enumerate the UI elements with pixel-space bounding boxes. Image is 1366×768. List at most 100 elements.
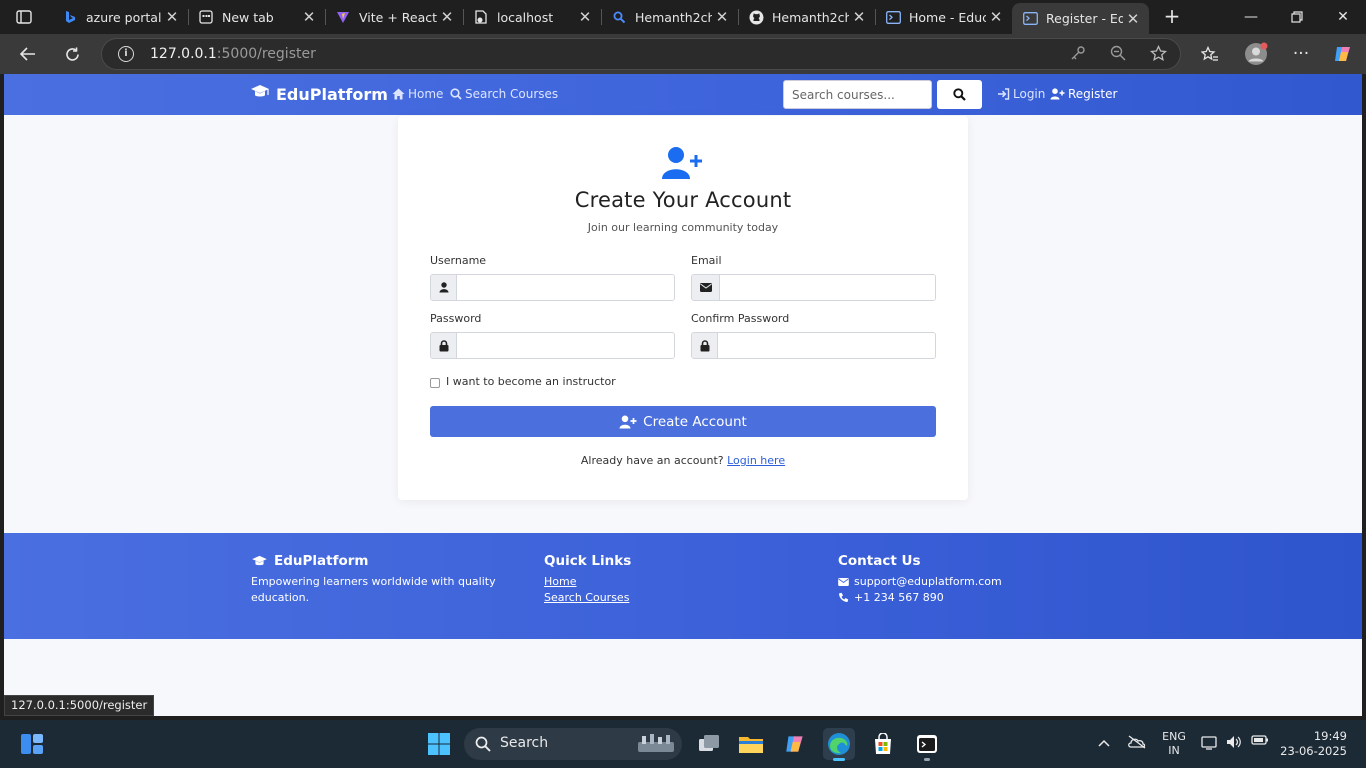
course-search-button[interactable]: [937, 80, 982, 109]
close-tab-icon[interactable]: ✕: [712, 8, 732, 26]
nav-login-link[interactable]: Login: [997, 87, 1045, 101]
envelope-icon: [692, 275, 720, 300]
bing-icon: [62, 9, 78, 25]
region-code: IN: [1168, 744, 1180, 757]
copilot-app-icon[interactable]: [779, 728, 811, 760]
search-icon: [450, 88, 462, 100]
footer-email: support@eduplatform.com: [838, 575, 1002, 588]
login-icon: [998, 88, 1010, 100]
register-title: Create Your Account: [574, 188, 792, 212]
password-input[interactable]: [457, 333, 674, 358]
confirm-password-input[interactable]: [718, 333, 935, 358]
browser-tab-azure[interactable]: azure portal lo ✕: [52, 3, 189, 31]
taskbar-search[interactable]: Search: [464, 728, 682, 760]
tab-title: Register - Edu: [1046, 11, 1123, 26]
address-url[interactable]: 127.0.0.1:5000/register: [150, 46, 316, 62]
tab-title: localhost: [497, 9, 554, 25]
github-icon: [748, 9, 764, 25]
browser-tab-vite[interactable]: Vite + React ✕: [325, 3, 464, 31]
login-prompt-text: Already have an account?: [580, 454, 724, 467]
close-tab-icon[interactable]: ✕: [437, 8, 457, 26]
input-language-indicator[interactable]: ENG IN: [1158, 730, 1190, 758]
footer-search-courses-link[interactable]: Search Courses: [544, 591, 629, 604]
home-icon: [392, 88, 405, 100]
username-input[interactable]: [457, 275, 674, 300]
close-tab-icon[interactable]: ✕: [162, 8, 182, 26]
page-icon: [473, 9, 489, 25]
search-highlight-icon: [638, 734, 674, 752]
graduation-cap-icon: [250, 84, 270, 104]
clock[interactable]: 19:49 23-06-2025: [1280, 729, 1360, 759]
tab-actions-icon[interactable]: [12, 7, 36, 27]
widgets-icon[interactable]: [16, 728, 48, 760]
network-icon[interactable]: [1200, 734, 1220, 753]
terminal-app-icon[interactable]: [911, 728, 943, 761]
key-icon[interactable]: [1068, 45, 1088, 65]
instructor-checkbox-label[interactable]: I want to become an instructor: [446, 375, 616, 388]
url-host: 127.0.0.1: [150, 46, 217, 62]
show-hidden-icons-icon[interactable]: [1094, 735, 1114, 751]
nav-home-label: Home: [408, 87, 444, 101]
onedrive-offline-icon[interactable]: [1126, 735, 1148, 752]
nav-register-link[interactable]: Register: [1050, 87, 1117, 101]
tab-title: azure portal lo: [86, 9, 162, 25]
close-tab-icon[interactable]: ✕: [849, 8, 869, 26]
browser-tab-localhost[interactable]: localhost ✕: [463, 3, 602, 31]
close-tab-icon[interactable]: ✕: [1123, 10, 1143, 28]
brand-name: EduPlatform: [276, 84, 388, 104]
microsoft-store-icon[interactable]: [867, 728, 899, 760]
lock-icon: [431, 333, 457, 358]
vite-icon: [335, 9, 351, 25]
address-bar[interactable]: i 127.0.0.1:5000/register: [101, 38, 1181, 70]
task-view-icon[interactable]: [693, 728, 725, 760]
tab-title: Vite + React: [359, 9, 437, 25]
close-window-icon[interactable]: ✕: [1320, 0, 1366, 34]
windows-start-icon[interactable]: [423, 728, 455, 760]
site-navbar: EduPlatform Home Search Courses Login Re…: [4, 74, 1362, 115]
new-tab-button[interactable]: +: [1160, 6, 1184, 28]
more-options-icon[interactable]: ···: [1288, 42, 1314, 66]
newtab-icon: [198, 9, 214, 25]
create-account-button[interactable]: Create Account: [430, 406, 936, 437]
browser-tab-github[interactable]: Hemanth2chir ✕: [738, 3, 876, 31]
course-search-input[interactable]: [783, 80, 932, 109]
nav-home-link[interactable]: Home: [392, 87, 443, 101]
browser-tab-home[interactable]: Home - Educa ✕: [875, 3, 1012, 31]
instructor-checkbox[interactable]: [430, 378, 440, 388]
search-icon: [953, 88, 966, 101]
login-here-link[interactable]: Login here: [727, 454, 785, 467]
username-label: Username: [430, 254, 487, 267]
quick-links-title: Quick Links: [544, 553, 632, 569]
close-tab-icon[interactable]: ✕: [575, 8, 595, 26]
minimize-icon[interactable]: —: [1228, 0, 1274, 34]
lock-icon: [692, 333, 718, 358]
email-input[interactable]: [720, 275, 935, 300]
close-tab-icon[interactable]: ✕: [299, 8, 319, 26]
graduation-cap-icon: [252, 555, 267, 565]
contact-us-title: Contact Us: [838, 553, 921, 569]
restore-icon[interactable]: [1274, 0, 1320, 34]
reload-icon[interactable]: [59, 42, 85, 66]
profile-avatar-icon[interactable]: [1243, 42, 1269, 66]
file-explorer-icon[interactable]: [735, 728, 767, 760]
nav-search-courses-label: Search Courses: [465, 87, 559, 101]
browser-tab-search[interactable]: Hemanth2chir ✕: [601, 3, 739, 31]
browser-tab-register-active[interactable]: Register - Edu ✕: [1012, 3, 1149, 34]
site-info-icon[interactable]: i: [118, 46, 134, 62]
edge-browser-icon[interactable]: [823, 728, 855, 761]
nav-search-courses-link[interactable]: Search Courses: [450, 87, 558, 101]
brand-link[interactable]: EduPlatform: [250, 84, 388, 104]
zoom-out-icon[interactable]: [1108, 45, 1128, 65]
register-card: Create Your Account Join our learning co…: [398, 116, 968, 500]
footer-brand-name: EduPlatform: [274, 553, 369, 569]
footer-home-link[interactable]: Home: [544, 575, 576, 588]
volume-icon[interactable]: [1224, 734, 1244, 753]
favorite-star-icon[interactable]: [1148, 44, 1168, 65]
favorites-icon[interactable]: [1197, 42, 1223, 66]
battery-icon[interactable]: [1250, 734, 1270, 749]
password-field: [430, 332, 675, 359]
close-tab-icon[interactable]: ✕: [986, 8, 1006, 26]
back-icon[interactable]: [15, 42, 41, 66]
copilot-icon[interactable]: [1330, 42, 1356, 66]
browser-tab-newtab[interactable]: New tab ✕: [188, 3, 326, 31]
